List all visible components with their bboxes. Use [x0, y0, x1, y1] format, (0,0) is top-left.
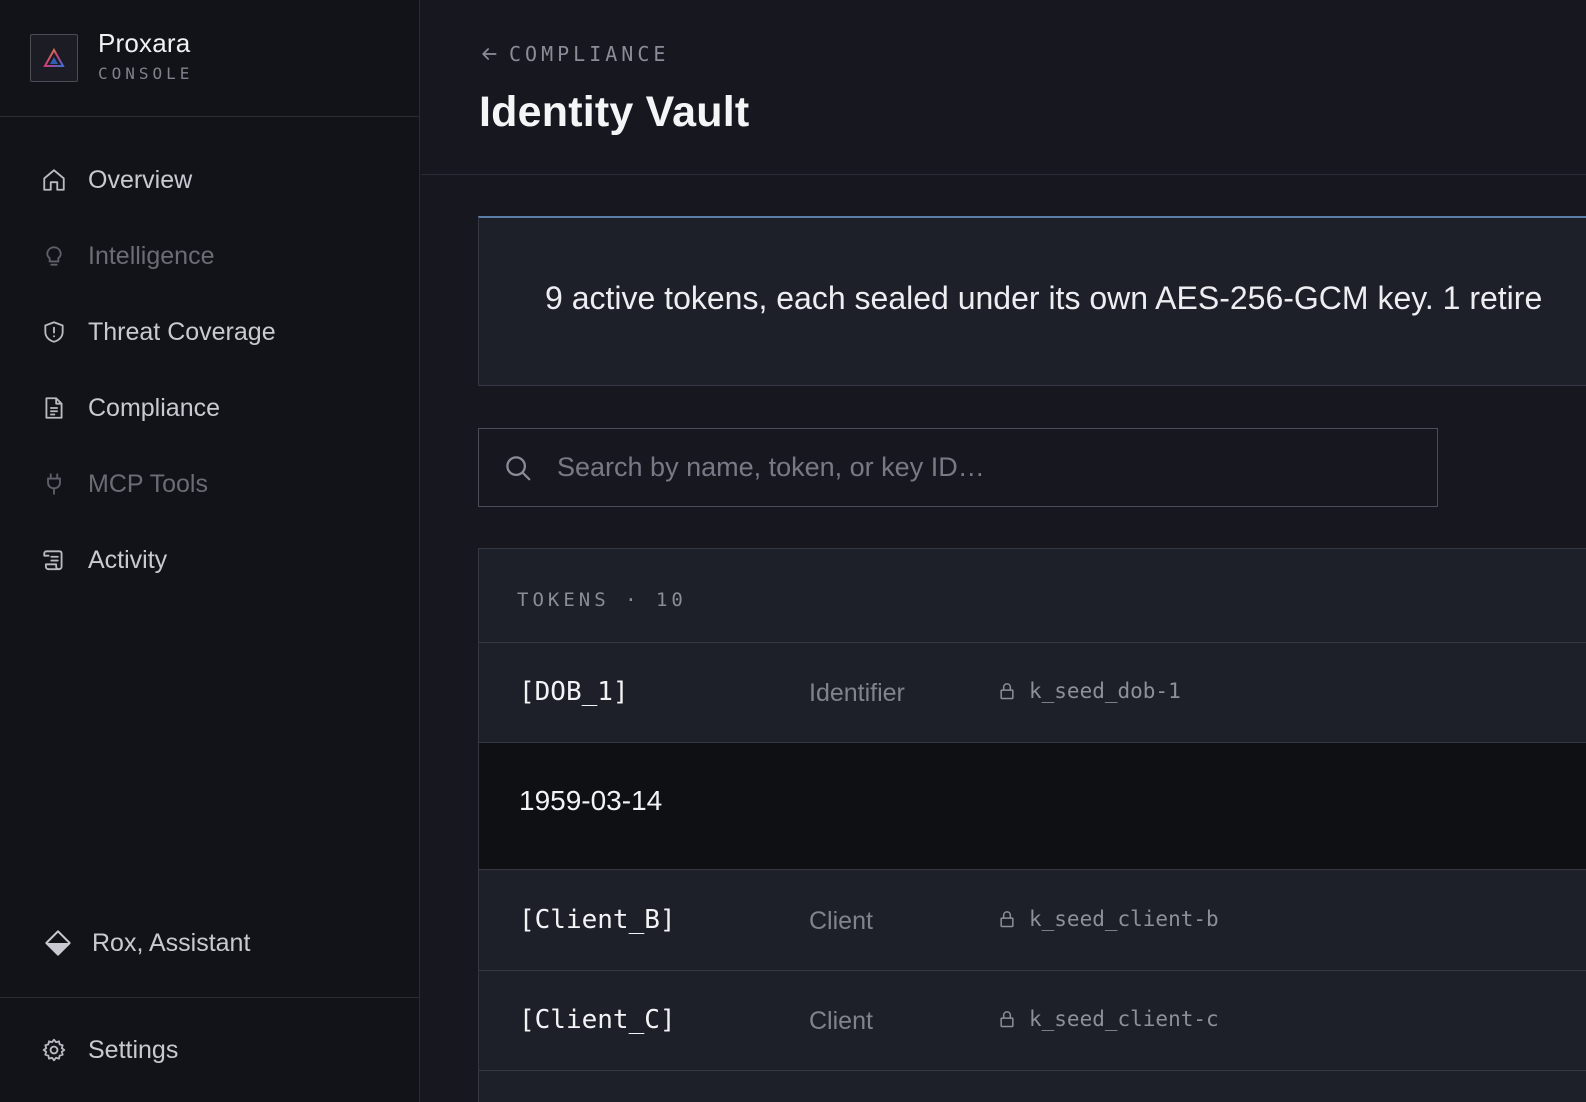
token-name: [DOB_1] [519, 677, 629, 707]
nav-label-intelligence: Intelligence [88, 241, 215, 270]
token-type: Identifier [809, 679, 905, 707]
lock-icon [1000, 1011, 1014, 1028]
nav-item-compliance[interactable]: Compliance [0, 378, 419, 438]
sidebar: Proxara CONSOLE Overview Intelligence Th… [0, 0, 420, 1102]
gear-icon [40, 1036, 68, 1064]
token-key: k_seed_dob-1 [997, 679, 1181, 703]
table-row[interactable]: [Client_B] Client k_seed_client-b [479, 871, 1586, 971]
lightbulb-icon [40, 242, 68, 270]
key-id: k_seed_client-b [1029, 907, 1219, 931]
page-header: COMPLIANCE Identity Vault [421, 0, 1586, 175]
nav-label-mcp-tools: MCP Tools [88, 469, 208, 498]
home-icon [40, 166, 68, 194]
brand-name: Proxara [98, 28, 191, 58]
nav-item-activity[interactable]: Activity [0, 530, 419, 590]
summary-banner: 9 active tokens, each sealed under its o… [478, 216, 1586, 386]
page-title: Identity Vault [479, 88, 750, 136]
token-expanded-panel: 1959-03-14 [479, 743, 1586, 870]
tokens-header: TOKENS · 10 [479, 549, 1586, 643]
nav-item-intelligence[interactable]: Intelligence [0, 226, 419, 286]
nav-label-activity: Activity [88, 545, 168, 574]
summary-text: 9 active tokens, each sealed under its o… [545, 280, 1543, 316]
nav-label-settings: Settings [88, 1035, 179, 1064]
brand-subtitle: CONSOLE [98, 64, 194, 83]
nav-item-overview[interactable]: Overview [0, 150, 419, 210]
breadcrumb[interactable]: COMPLIANCE [479, 42, 669, 66]
decrypted-value: 1959-03-14 [519, 785, 663, 816]
search-input[interactable] [557, 429, 1417, 506]
table-row[interactable]: [DOB_1] Identifier k_seed_dob-1 [479, 643, 1586, 743]
proxara-logo[interactable] [30, 34, 78, 82]
arrow-left-icon [482, 48, 497, 60]
token-name: [Client_B] [519, 905, 676, 935]
tokens-count-label: TOKENS · 10 [517, 589, 687, 611]
search-box [478, 428, 1438, 507]
assistant-label: Rox, Assistant [92, 928, 251, 957]
token-type: Client [809, 907, 873, 935]
nav-item-threat-coverage[interactable]: Threat Coverage [0, 302, 419, 362]
document-icon [40, 394, 68, 422]
plug-icon [40, 470, 68, 498]
lock-icon [1000, 683, 1014, 700]
sidebar-footer: Settings [0, 997, 419, 1102]
token-key: k_seed_client-c [997, 1007, 1219, 1031]
table-row[interactable]: [Client_C] Client k_seed_client-c [479, 971, 1586, 1071]
diamond-icon [44, 929, 72, 957]
nav-item-settings[interactable]: Settings [0, 1020, 419, 1080]
nav-label-overview: Overview [88, 165, 193, 194]
tokens-table: TOKENS · 10 [DOB_1] Identifier k_seed_do… [478, 548, 1586, 1102]
nav-label-compliance: Compliance [88, 393, 221, 422]
search-icon [506, 456, 531, 481]
nav-label-threat-coverage: Threat Coverage [88, 317, 276, 346]
triangle-logo-icon [43, 48, 65, 67]
key-id: k_seed_dob-1 [1029, 679, 1181, 703]
nav-item-mcp-tools[interactable]: MCP Tools [0, 454, 419, 514]
token-name: [Client_C] [519, 1005, 676, 1035]
shield-alert-icon [40, 318, 68, 346]
token-type: Client [809, 1007, 873, 1035]
brand-header: Proxara CONSOLE [0, 0, 420, 117]
assistant-button[interactable]: Rox, Assistant [0, 913, 419, 973]
key-id: k_seed_client-c [1029, 1007, 1219, 1031]
scroll-icon [40, 546, 68, 574]
breadcrumb-label: COMPLIANCE [509, 42, 670, 66]
lock-icon [1000, 911, 1014, 928]
token-key: k_seed_client-b [997, 907, 1219, 931]
